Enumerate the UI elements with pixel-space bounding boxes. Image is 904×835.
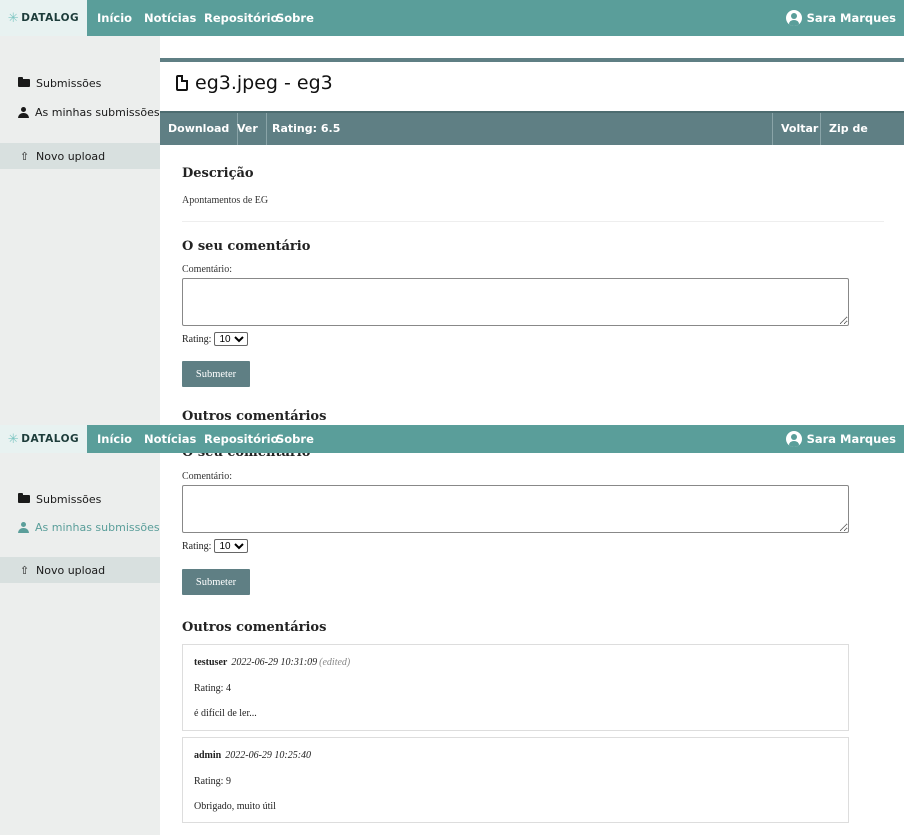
snowflake-icon: ✳ <box>7 431 20 447</box>
description-text: Apontamentos de EG <box>182 195 269 206</box>
nav-inicio[interactable]: Início <box>97 0 132 36</box>
rating-row: Rating: 10 <box>182 332 249 346</box>
navbar: ✳ DATALOG Início Notícias Repositório Sob… <box>0 425 904 453</box>
comment-textarea[interactable] <box>182 278 849 326</box>
rating-label: Rating: <box>182 540 212 552</box>
user-circle-icon <box>785 10 802 26</box>
nav-sobre[interactable]: Sobre <box>276 425 314 453</box>
nav-repositorio[interactable]: Repositório <box>204 0 279 36</box>
action-bar: Download Ver Rating: 6.5 Voltar Zip de O… <box>160 111 904 167</box>
sidebar-item-novo-upload[interactable]: ⇧ Novo upload <box>0 143 160 169</box>
comment-heading: O seu comentário <box>182 239 311 254</box>
navbar: ✳ DATALOG Início Notícias Repositório Sob… <box>0 0 904 36</box>
nav-repositorio[interactable]: Repositório <box>204 425 279 453</box>
sidebar-item-novo-upload[interactable]: ⇧ Novo upload <box>0 557 160 583</box>
description-heading: Descrição <box>182 166 254 181</box>
sidebar: Submissões As minhas submissões ⇧ Novo up… <box>0 453 160 835</box>
sidebar-item-minhas-submissoes[interactable]: As minhas submissões <box>0 514 160 540</box>
nav-sobre[interactable]: Sobre <box>276 0 314 36</box>
screenshot-bottom: O seu comentário ✳DATALOG Início Notícia… <box>0 425 904 835</box>
divider <box>160 58 904 62</box>
comment-card: testuser 2022-06-29 10:31:09 (edited) Rati… <box>182 644 849 731</box>
page-title: eg3.jpeg - eg3 <box>176 72 333 94</box>
comment-date: 2022-06-29 10:31:09 <box>231 657 318 668</box>
rating-select[interactable]: 10 <box>214 332 249 346</box>
brand-logo[interactable]: ✳ DATALOG <box>0 0 87 36</box>
comment-edited: (edited) <box>319 657 351 668</box>
comment-date: 2022-06-29 10:25:40 <box>225 750 312 761</box>
divider <box>182 221 884 222</box>
comment-textarea[interactable] <box>182 485 849 533</box>
comment-rating: Rating: 9 <box>194 776 231 787</box>
rating-label: Rating: <box>182 333 212 345</box>
rating-display: Rating: 6.5 <box>272 122 341 135</box>
sidebar-item-minhas-submissoes[interactable]: As minhas submissões <box>0 99 160 125</box>
submit-button[interactable]: Submeter <box>182 569 250 595</box>
person-icon <box>18 521 29 533</box>
comment-author: testuser <box>194 657 228 668</box>
screenshot-top: ✳ DATALOG Início Notícias Repositório Sob… <box>0 0 904 425</box>
comment-text: Obrigado, muito útil <box>194 801 276 812</box>
comment-label: Comentário: <box>182 471 232 482</box>
nav-noticias[interactable]: Notícias <box>144 425 196 453</box>
comment-text: é difícil de ler... <box>194 708 257 719</box>
snowflake-icon: ✳ <box>7 10 20 26</box>
brand-logo[interactable]: ✳ DATALOG <box>0 425 87 453</box>
zip-button[interactable]: Zip de Origem <box>820 113 904 167</box>
download-button[interactable]: Download <box>160 113 239 145</box>
sidebar-item-submissoes[interactable]: Submissões <box>0 70 160 96</box>
upload-icon: ⇧ <box>19 563 30 577</box>
folder-icon <box>18 77 30 87</box>
comments-heading: Outros comentários <box>182 409 327 424</box>
view-button[interactable]: Ver <box>229 113 267 145</box>
person-icon <box>18 106 29 118</box>
comments-heading: Outros comentários <box>182 620 327 635</box>
file-icon <box>176 75 188 91</box>
upload-icon: ⇧ <box>19 149 30 163</box>
user-menu[interactable]: Sara Marques <box>785 0 896 36</box>
submit-button[interactable]: Submeter <box>182 361 250 387</box>
sidebar-item-submissoes[interactable]: Submissões <box>0 486 160 512</box>
folder-icon <box>18 493 30 503</box>
rating-row: Rating: 10 <box>182 539 249 553</box>
comment-author: admin <box>194 750 222 761</box>
comment-label: Comentário: <box>182 264 232 275</box>
nav-noticias[interactable]: Notícias <box>144 0 196 36</box>
back-button[interactable]: Voltar <box>772 113 826 145</box>
comment-card: admin 2022-06-29 10:25:40 Rating: 9 Obrig… <box>182 737 849 823</box>
nav-inicio[interactable]: Início <box>97 425 132 453</box>
user-circle-icon <box>785 431 802 447</box>
sidebar: Submissões As minhas submissões ⇧ Novo up… <box>0 36 160 425</box>
rating-select[interactable]: 10 <box>214 539 249 553</box>
comment-rating: Rating: 4 <box>194 683 231 694</box>
user-menu[interactable]: Sara Marques <box>785 425 896 453</box>
